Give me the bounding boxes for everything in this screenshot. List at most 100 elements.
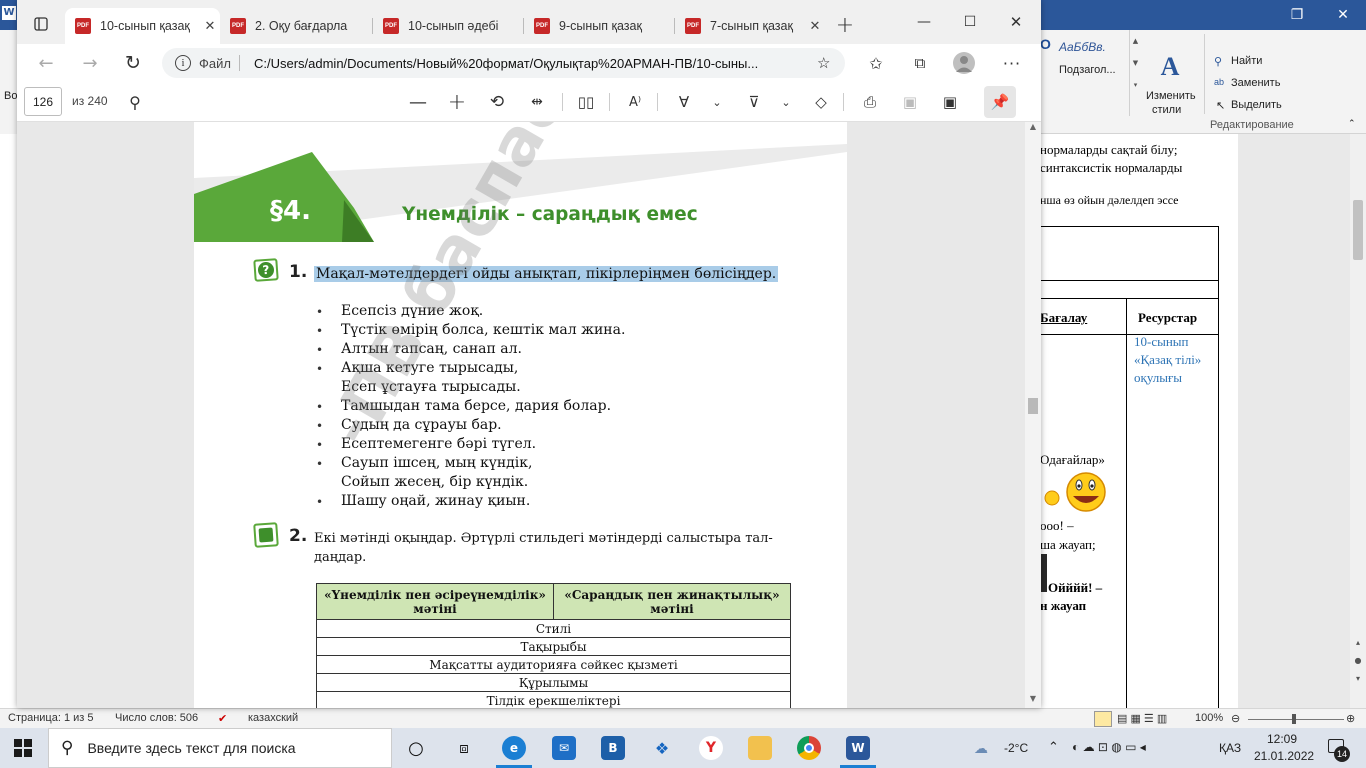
proverb-item[interactable]: Есепсіз дүние жоқ. (341, 303, 483, 319)
page-number-input[interactable]: 126 (24, 87, 62, 116)
proverb-item[interactable]: Есептемегенге бәрі түгел. (341, 436, 536, 452)
select-button[interactable]: Выделить (1231, 99, 1282, 111)
input-language[interactable]: ҚАЗ (1219, 741, 1241, 755)
task-1-text[interactable]: Мақал-мәтелдердегі ойды анықтап, пікірле… (314, 266, 779, 282)
styles-scroll[interactable]: ▲ ▼ ▾ (1129, 30, 1141, 116)
zoom-in-icon[interactable]: ⊕ (1346, 712, 1355, 725)
save-icon[interactable]: ▣ (898, 90, 922, 114)
tab-3[interactable]: PDF 10-сынып әдебі (373, 8, 523, 44)
add-favorite-icon[interactable]: ☆ (817, 54, 830, 72)
scroll-down-icon[interactable]: ▼ (1025, 694, 1041, 703)
save-as-icon[interactable]: ▣ (938, 90, 962, 114)
mail-icon[interactable]: ✉ (552, 736, 576, 760)
doc-resource-link[interactable]: «Қазақ тілі» (1134, 352, 1201, 368)
word-restore-icon[interactable]: ❐ (1274, 0, 1320, 30)
find-button[interactable]: Найти (1231, 55, 1262, 67)
tab-1[interactable]: PDF 10-сынып қазақ ✕ (65, 8, 220, 44)
proverb-item[interactable]: Тамшыдан тама берсе, дария болар. (341, 398, 611, 414)
status-language[interactable]: казахский (248, 712, 298, 724)
pdf-scroll-thumb[interactable] (1028, 398, 1038, 414)
word-close-icon[interactable]: ✕ (1320, 0, 1366, 30)
taskbar-search[interactable]: ⚲ Введите здесь текст для поиска (48, 728, 392, 768)
style-preview[interactable]: АаБбВв. (1059, 40, 1106, 54)
page-view-icon[interactable]: ▯▯ (574, 90, 598, 114)
cortana-icon[interactable]: ○ (404, 736, 428, 760)
tab-5[interactable]: PDF 7-сынып қазақ ✕ (675, 8, 825, 44)
minimize-icon[interactable]: — (901, 10, 947, 34)
tab-4[interactable]: PDF 9-сынып қазақ (524, 8, 674, 44)
favorites-icon[interactable]: ✩ (863, 50, 889, 76)
new-tab-icon[interactable]: + (832, 12, 858, 38)
pin-toolbar-icon[interactable]: 📌 (984, 86, 1016, 118)
style-name[interactable]: Подзагол... (1059, 64, 1116, 76)
dropbox-icon[interactable]: ❖ (650, 736, 674, 760)
status-zoom[interactable]: 100% (1195, 712, 1223, 724)
read-mode-icon[interactable]: ▤ ▦ ☰ ▥ (1117, 712, 1167, 725)
proverb-item[interactable]: Судың да сұрауы бар. (341, 417, 502, 433)
url-text[interactable]: C:/Users/admin/Documents/Новый%20формат/… (254, 56, 799, 71)
tab-2[interactable]: PDF 2. Оқу бағдарла (220, 8, 372, 44)
pdf-vertical-scrollbar[interactable]: ▲ ▼ (1025, 122, 1041, 708)
more-menu-icon[interactable]: ··· (999, 50, 1025, 76)
app-b-icon[interactable]: B (601, 736, 625, 760)
task-2-text-cont[interactable]: даңдар. (314, 550, 366, 565)
print-icon[interactable]: ⎙ (858, 90, 882, 114)
refresh-icon[interactable]: ↻ (120, 50, 146, 76)
collections-icon[interactable]: ⧉ (907, 50, 933, 76)
address-field[interactable]: i Файл C:/Users/admin/Documents/Новый%20… (162, 48, 845, 78)
task-2-text[interactable]: Екі мәтінді оқыңдар. Әртүрлі стильдегі м… (314, 531, 773, 546)
chrome-icon[interactable] (797, 736, 821, 760)
maximize-icon[interactable]: ☐ (947, 10, 993, 34)
proofing-icon[interactable]: ✔ (218, 712, 227, 725)
word-taskbar-icon[interactable]: W (846, 736, 870, 760)
rotate-icon[interactable]: ⟲ (485, 90, 509, 114)
highlight-icon[interactable]: ⊽ (742, 90, 766, 114)
close-tab-icon[interactable]: ✕ (200, 18, 220, 34)
info-icon[interactable]: i (175, 55, 191, 71)
proverb-item[interactable]: Ақша кетуге тырысады, (341, 360, 518, 376)
doc-resource-link[interactable]: оқулығы (1134, 370, 1182, 386)
doc-resource-link[interactable]: 10-сынып (1134, 334, 1188, 350)
fit-page-icon[interactable]: ⇹ (525, 90, 549, 114)
change-styles-label[interactable]: Изменить (1146, 90, 1196, 102)
close-window-icon[interactable]: ✕ (993, 10, 1039, 34)
yandex-icon[interactable]: Y (699, 736, 723, 760)
windows-start-icon[interactable] (14, 739, 32, 757)
forward-icon[interactable]: → (77, 50, 103, 76)
word-vertical-scrollbar[interactable]: ▴ ● ▾ (1350, 134, 1366, 708)
close-tab-icon[interactable]: ✕ (805, 18, 825, 34)
read-aloud-icon[interactable]: A⁾ (623, 90, 647, 114)
scroll-up-icon[interactable]: ▲ (1025, 122, 1041, 131)
proverb-item[interactable]: Алтын тапсаң, санап ал. (341, 341, 522, 357)
tray-icons[interactable]: ◐ ☁ ⊡ ◍ ▭ ◂ (1072, 740, 1146, 754)
word-scroll-nav-icons[interactable]: ▴ ● ▾ (1352, 634, 1364, 688)
change-styles-icon[interactable]: A (1153, 52, 1187, 82)
zoom-slider[interactable] (1248, 719, 1344, 720)
change-styles-label-2[interactable]: стили (1152, 104, 1181, 116)
temperature[interactable]: -2°C (1004, 741, 1028, 755)
highlight-options-chevron-down-icon[interactable]: ⌄ (778, 90, 794, 114)
file-explorer-icon[interactable] (748, 736, 772, 760)
edge-taskbar-icon[interactable]: e (502, 736, 526, 760)
clock-time[interactable]: 12:09 (1267, 732, 1297, 746)
weather-icon[interactable]: ☁ (974, 740, 988, 757)
zoom-in-icon[interactable]: + (445, 90, 469, 115)
back-icon[interactable]: ← (33, 50, 59, 76)
profile-avatar[interactable] (953, 52, 975, 74)
print-layout-icon[interactable] (1094, 711, 1112, 727)
draw-options-chevron-down-icon[interactable]: ⌄ (709, 90, 725, 114)
proverb-item[interactable]: Түстік өмірің болса, кештік мал жина. (341, 322, 625, 338)
eraser-icon[interactable]: ◇ (809, 90, 833, 114)
word-scroll-thumb[interactable] (1353, 200, 1363, 260)
tray-chevron-up-icon[interactable]: ⌃ (1048, 739, 1059, 755)
search-icon[interactable]: ⚲ (123, 90, 147, 114)
proverb-item[interactable]: Есеп ұстауға тырысады. (341, 379, 521, 395)
task-view-icon[interactable]: ⧈ (452, 736, 476, 760)
tab-actions-icon[interactable] (29, 12, 53, 36)
draw-icon[interactable]: ∀ (672, 90, 696, 114)
status-word-count[interactable]: Число слов: 506 (115, 712, 198, 724)
ribbon-collapse-icon[interactable]: ⌃ (1348, 118, 1356, 129)
zoom-out-icon[interactable]: ⊖ (1231, 712, 1240, 725)
zoom-slider-thumb[interactable] (1292, 714, 1296, 724)
proverb-item[interactable]: Шашу оңай, жинау қиын. (341, 493, 530, 509)
